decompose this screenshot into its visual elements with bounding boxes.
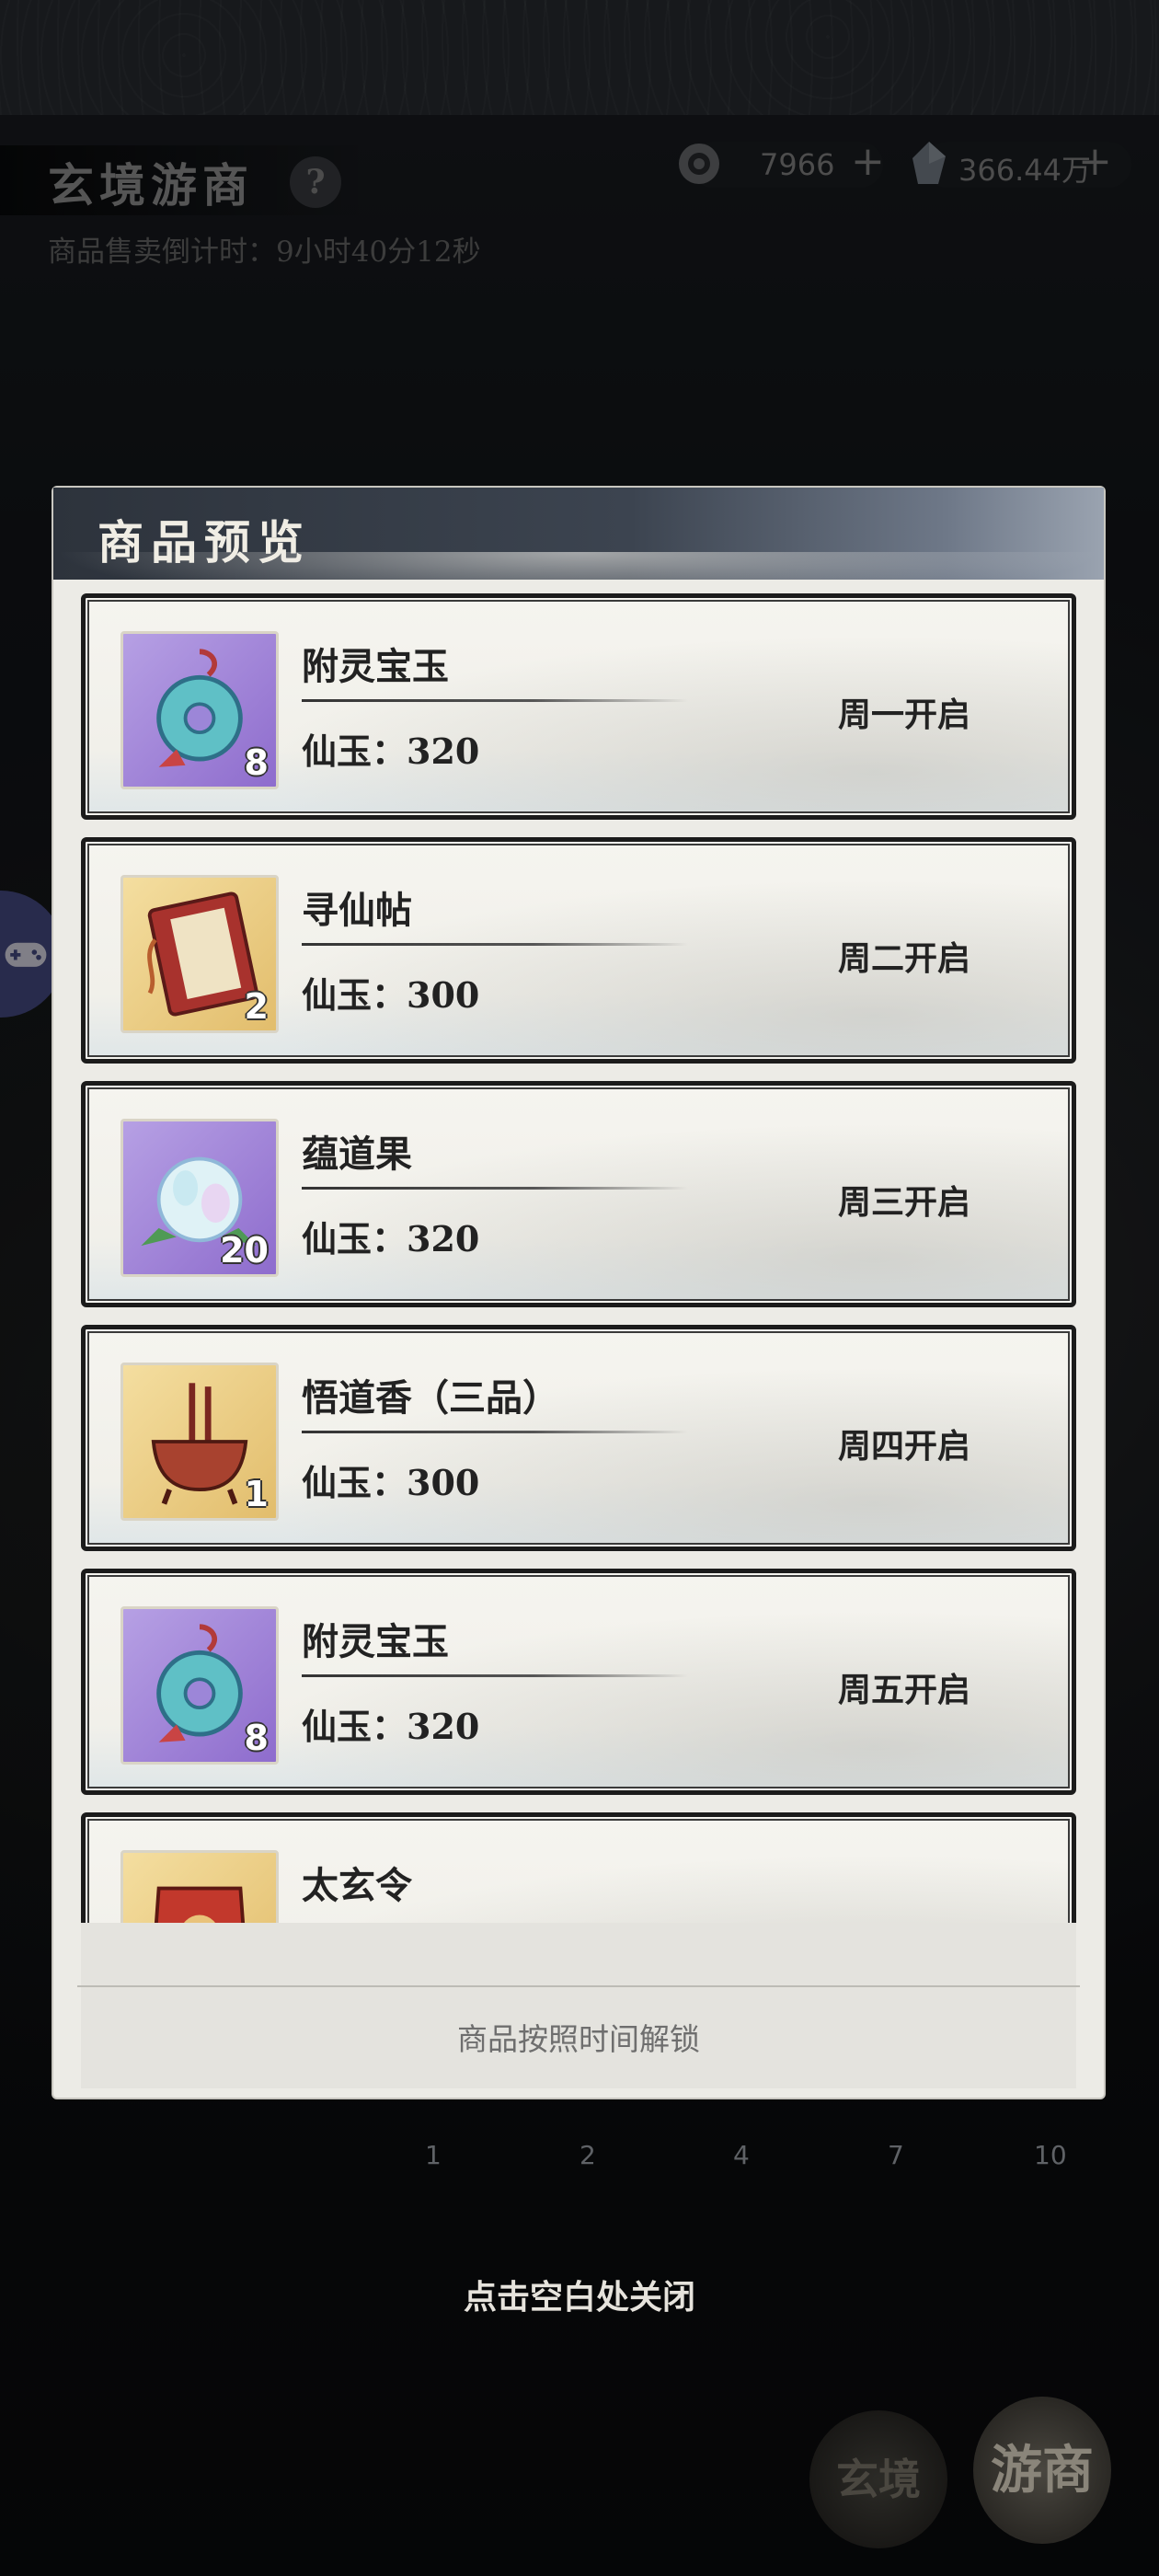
item-name: 附灵宝玉 [302,1620,449,1663]
product-list[interactable]: 8 附灵宝玉 仙玉：320 周一开启 2 寻仙帖 仙玉：300 周二开启 20 … [81,593,1076,1923]
item-name: 附灵宝玉 [302,645,449,688]
list-item: 太玄令 [81,1812,1076,1923]
item-price: 仙玉：320 [302,1706,480,1747]
token-icon [154,1886,246,1923]
modal-title: 商品预览 [98,515,311,569]
product-preview-modal: 商品预览 8 附灵宝玉 仙玉：320 周一开启 2 寻仙帖 仙玉：300 周二开… [53,488,1104,2098]
item-icon-frame: 2 [120,875,279,1033]
item-price: 仙玉：300 [302,974,480,1016]
item-divider [302,1187,688,1190]
item-name: 蕴道果 [302,1133,412,1176]
item-quantity: 2 [244,986,269,1027]
item-unlock-day: 周一开启 [837,696,970,734]
list-item: 8 附灵宝玉 仙玉：320 周五开启 [81,1569,1076,1795]
item-price: 仙玉：320 [302,730,480,772]
item-icon-frame: 8 [120,1606,279,1765]
list-item: 8 附灵宝玉 仙玉：320 周一开启 [81,593,1076,820]
item-divider [302,1431,688,1433]
item-divider [302,943,688,946]
item-quantity: 20 [220,1230,269,1271]
progress-label: 4 [733,2140,750,2170]
progress-label: 2 [580,2140,596,2170]
item-quantity: 8 [244,742,269,783]
list-item: 1 悟道香（三品） 仙玉：300 周四开启 [81,1325,1076,1551]
item-icon-frame: 20 [120,1119,279,1277]
tab-youshang[interactable]: 游商 [973,2397,1111,2544]
item-unlock-day: 周二开启 [837,939,970,978]
modal-header: 商品预览 [53,488,1104,580]
item-unlock-day: 周四开启 [837,1427,970,1466]
item-name: 悟道香（三品） [302,1376,559,1420]
tab-xuanjing[interactable]: 玄境 [809,2410,947,2548]
progress-label: 1 [425,2140,442,2170]
item-quantity: 1 [244,1474,269,1514]
item-name: 寻仙帖 [302,889,412,932]
progress-label: 7 [888,2140,904,2170]
item-unlock-day: 周三开启 [837,1183,970,1222]
item-icon-frame: 8 [120,631,279,789]
footer-divider [77,1985,1080,1987]
item-divider [302,1674,688,1677]
item-price: 仙玉：320 [302,1218,480,1259]
list-item: 20 蕴道果 仙玉：320 周三开启 [81,1081,1076,1307]
item-price: 仙玉：300 [302,1462,480,1503]
progress-label: 10 [1034,2140,1067,2170]
item-divider [302,699,688,702]
item-unlock-day: 周五开启 [837,1671,970,1709]
close-hint[interactable]: 点击空白处关闭 [0,2271,1159,2318]
item-icon-frame: 1 [120,1363,279,1521]
unlock-note: 商品按照时间解锁 [457,2021,700,2057]
item-icon-frame [120,1850,279,1923]
list-item: 2 寻仙帖 仙玉：300 周二开启 [81,837,1076,1064]
item-name: 太玄令 [302,1864,412,1907]
list-footer-band [81,1923,1076,2088]
item-quantity: 8 [244,1718,269,1758]
